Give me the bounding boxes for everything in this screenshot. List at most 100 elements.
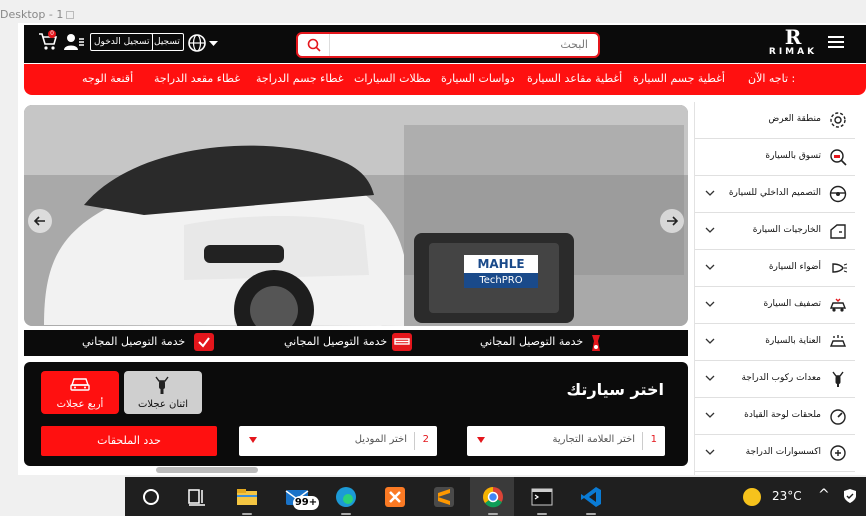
nav-item-face-masks[interactable]: أقنعة الوجه [82, 72, 133, 85]
slide-indicators [314, 314, 390, 326]
task-view-icon[interactable] [183, 483, 211, 511]
chevron-down-icon[interactable] [705, 188, 715, 198]
sidebar-item-3[interactable]: الخارجيات السيارة [695, 213, 855, 250]
sidebar-item-label: منطقة العرض [768, 114, 821, 124]
nav-item-car-pedals[interactable]: دواسات السيارة [441, 72, 515, 85]
language-selector[interactable] [187, 33, 219, 53]
rimak-logo[interactable]: R RIMAK [764, 27, 822, 61]
frame-icon [66, 11, 74, 19]
sidebar-item-0[interactable]: منطقة العرض [695, 102, 855, 139]
sublime-icon[interactable] [430, 483, 458, 511]
user-icon[interactable] [64, 33, 84, 51]
xampp-icon[interactable] [381, 483, 409, 511]
check-icon [194, 333, 214, 351]
sidebar-item-5[interactable]: تصفيف السيارة [695, 287, 855, 324]
login-button[interactable]: تسجيل الدخول [90, 33, 154, 51]
nav-item-bike-seat-cover[interactable]: غطاء مقعد الدراجة [154, 72, 240, 85]
nav-item-car-seat-covers[interactable]: أغطية مقاعد السيارة [527, 72, 622, 85]
weather-sun-icon[interactable] [743, 488, 761, 506]
sidebar-item-4[interactable]: أضواء السيارة [695, 250, 855, 287]
chrome-icon[interactable] [479, 483, 507, 511]
nav-lead: تاجه الآن : [748, 72, 796, 85]
sidebar-item-label: أضواء السيارة [768, 262, 821, 272]
search-box[interactable]: البحث [296, 32, 600, 58]
sidebar-item-6[interactable]: العناية بالسيارة [695, 324, 855, 361]
arrow-left-icon [33, 216, 45, 226]
car-search-icon [830, 149, 847, 166]
top-header: R RIMAK البحث تسجيل تسجيل الدخول 0 [24, 25, 866, 63]
chevron-down-icon [209, 41, 218, 46]
hero-prev-button[interactable] [28, 209, 52, 233]
vehicle-selector: اختر سيارتك اثنان عجلات أربع عجلات 1 اخت… [24, 362, 688, 466]
chevron-down-icon[interactable] [705, 262, 715, 272]
chevron-down-icon[interactable] [705, 410, 715, 420]
bike-accessory-icon [830, 445, 846, 461]
model-separator [414, 432, 415, 450]
taskbar-indicator [242, 513, 252, 515]
logo-text: RIMAK [768, 47, 818, 57]
chevron-down-icon[interactable] [705, 373, 715, 383]
page-canvas: R RIMAK البحث تسجيل تسجيل الدخول 0 تاجه … [18, 23, 866, 475]
edge-icon[interactable] [332, 483, 360, 511]
sidebar-item-9[interactable]: اكسسوارات الدراجة [695, 435, 855, 472]
sidebar-item-7[interactable]: معدات ركوب الدراجة [695, 361, 855, 398]
terminal-icon[interactable] [528, 483, 556, 511]
file-explorer-icon[interactable] [233, 483, 261, 511]
steering-wheel-icon [829, 185, 847, 203]
start-circle-icon[interactable] [137, 483, 165, 511]
security-shield-icon[interactable] [842, 488, 858, 504]
taskbar: 99+ 23°C ^ [125, 477, 866, 516]
taskbar-indicator [537, 513, 547, 515]
sidebar-item-label: الخارجيات السيارة [752, 225, 821, 235]
dashboard-icon [830, 409, 846, 425]
gear-icon [830, 112, 846, 128]
logo-mark: R [784, 25, 802, 49]
chevron-down-icon[interactable] [705, 447, 715, 457]
motorbike-icon [588, 333, 608, 351]
sidebar-item-label: تسوق بالسيارة [765, 151, 821, 161]
horizontal-scrollbar[interactable] [156, 467, 258, 473]
search-button[interactable] [298, 34, 330, 56]
category-sidebar: منطقة العرض تسوق بالسيارة التصميم الداخلي … [694, 102, 855, 475]
model-select[interactable]: 2 اختر الموديل [239, 426, 437, 456]
temperature-text[interactable]: 23°C [772, 489, 802, 503]
nav-item-car-body-covers[interactable]: أغطية جسم السيارة [633, 72, 725, 85]
brand-select[interactable]: 1 اختر العلامة التجارية [467, 426, 665, 456]
vscode-icon[interactable] [577, 483, 605, 511]
car-wash-icon [829, 335, 847, 347]
hero-next-button[interactable] [660, 209, 684, 233]
four-wheels-label: أربع عجلات [56, 399, 104, 410]
globe-icon [188, 34, 206, 52]
motorcycle-front-icon [155, 376, 169, 394]
two-wheels-label: اثنان عجلات [138, 399, 188, 410]
feature-label-3: خدمة التوصيل المجاني [82, 335, 186, 348]
taskbar-indicator [341, 513, 351, 515]
tray-expand-icon[interactable]: ^ [818, 487, 830, 503]
bike-gear-icon [832, 371, 844, 387]
register-button[interactable]: تسجيل [150, 33, 184, 51]
four-wheels-option[interactable]: أربع عجلات [41, 371, 119, 414]
chevron-down-icon[interactable] [705, 299, 715, 309]
sidebar-item-label: معدات ركوب الدراجة [741, 373, 821, 383]
hamburger-menu-icon[interactable] [828, 36, 844, 48]
card-icon [392, 333, 412, 351]
taskbar-indicator [586, 513, 596, 515]
nav-item-bike-body-cover[interactable]: غطاء جسم الدراجة [256, 72, 343, 85]
hero-slider[interactable]: MAHLE TechPRO [24, 105, 688, 326]
sidebar-item-2[interactable]: التصميم الداخلي للسيارة [695, 176, 855, 213]
brand-separator [642, 432, 643, 450]
sidebar-item-8[interactable]: ملحقات لوحة القيادة [695, 398, 855, 435]
two-wheels-option[interactable]: اثنان عجلات [124, 371, 202, 414]
nav-item-car-shades[interactable]: مظلات السيارات [354, 72, 431, 85]
taskbar-indicator [488, 513, 498, 515]
category-nav: تاجه الآن : أغطية جسم السيارة أغطية مقاع… [24, 64, 866, 95]
headlight-icon [832, 263, 847, 273]
chevron-down-icon[interactable] [705, 225, 715, 235]
sidebar-item-1[interactable]: تسوق بالسيارة [695, 139, 855, 176]
feature-label-2: خدمة التوصيل المجاني [284, 335, 388, 348]
car-style-icon [829, 298, 847, 312]
chevron-down-icon[interactable] [705, 336, 715, 346]
sidebar-item-label: تصفيف السيارة [763, 299, 821, 309]
select-accessories-button[interactable]: حدد الملحقات [41, 426, 217, 456]
search-input[interactable]: البحث [560, 38, 588, 51]
